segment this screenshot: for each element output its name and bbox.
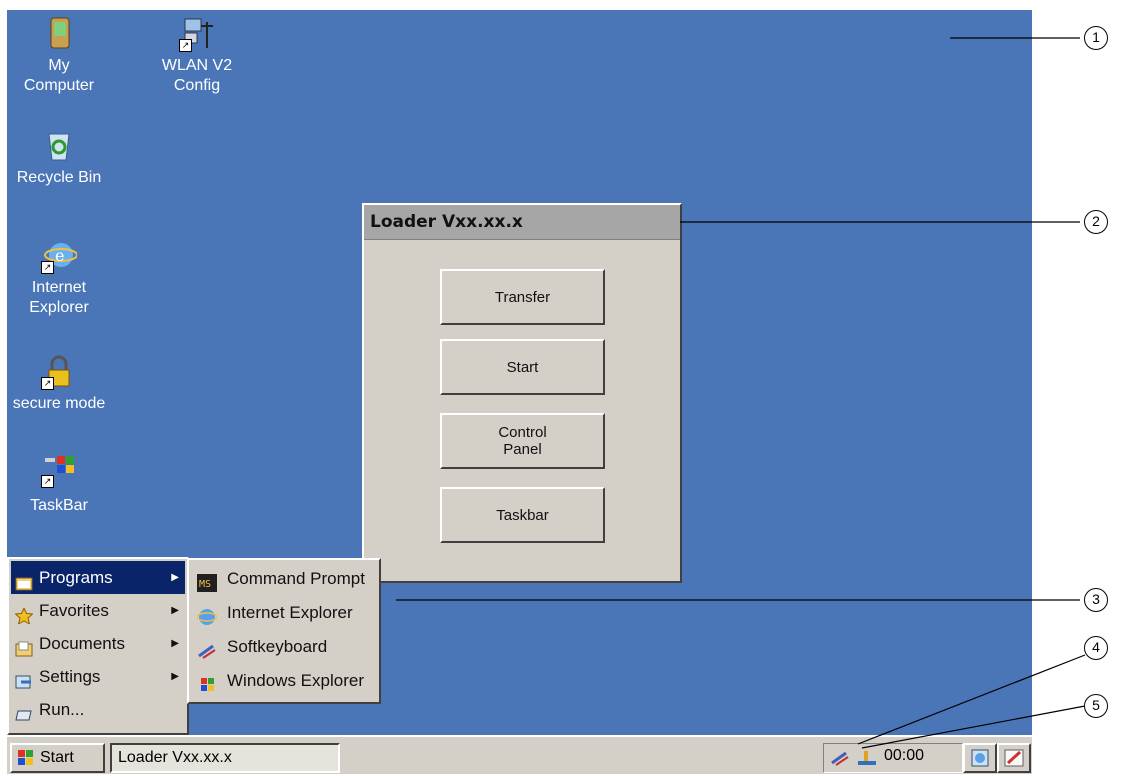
submenu-arrow-icon: ▶ xyxy=(171,572,179,583)
start-menu-item-documents[interactable]: Documents ▶ xyxy=(11,627,185,660)
control-panel-button[interactable]: Control Panel xyxy=(440,413,605,469)
internet-explorer-icon: e ↗ xyxy=(41,238,78,274)
desktop-icon-secure-mode[interactable]: ↗ secure mode xyxy=(7,354,124,414)
desktop-icon-recycle-bin[interactable]: Recycle Bin xyxy=(7,128,114,188)
callout-3: 3 xyxy=(1084,588,1108,612)
command-prompt-icon: MS xyxy=(197,570,217,592)
transfer-button[interactable]: Transfer xyxy=(440,269,605,325)
submenu-label: Windows Explorer xyxy=(227,671,364,690)
recycle-bin-icon xyxy=(41,128,77,164)
desktop-icon-label: Computer xyxy=(23,77,95,94)
pda-icon xyxy=(41,16,77,52)
start-menu-label: Settings xyxy=(39,667,101,686)
start-button-taskbar[interactable]: Start xyxy=(10,743,105,773)
documents-folder-icon xyxy=(15,635,33,657)
submenu-item-windows-explorer[interactable]: Windows Explorer xyxy=(191,664,377,698)
shortcut-arrow-icon: ↗ xyxy=(179,39,192,52)
keyboard-icon xyxy=(197,638,217,659)
shortcut-arrow-icon: ↗ xyxy=(41,377,54,390)
svg-text:e: e xyxy=(55,246,64,265)
start-button[interactable]: Start xyxy=(440,339,605,395)
desktop-icon-wlan-config[interactable]: ↗ WLAN V2 Config xyxy=(142,16,252,96)
taskbar: Start Loader Vxx.xx.x 00:00 xyxy=(7,735,1032,774)
start-menu-item-programs[interactable]: Programs ▶ xyxy=(11,561,185,594)
start-menu-label: Run... xyxy=(39,700,85,719)
settings-icon xyxy=(15,668,33,689)
desktop-icon-label: Internet xyxy=(31,279,87,296)
submenu-item-internet-explorer[interactable]: Internet Explorer xyxy=(191,596,377,630)
submenu-label: Internet Explorer xyxy=(227,603,353,622)
desktop-icon-label: WLAN V2 xyxy=(161,57,233,74)
shortcut-arrow-icon: ↗ xyxy=(41,261,54,274)
desktop-icon-internet-explorer[interactable]: e ↗ Internet Explorer xyxy=(7,238,114,318)
windows-flag-icon xyxy=(15,749,35,776)
submenu-arrow-icon: ▶ xyxy=(171,605,179,616)
desktop-icon xyxy=(971,749,989,772)
network-tray-icon[interactable] xyxy=(856,749,878,772)
callout-1: 1 xyxy=(1084,26,1108,50)
submenu-item-command-prompt[interactable]: MS Command Prompt xyxy=(191,562,377,596)
submenu-arrow-icon: ▶ xyxy=(171,638,179,649)
desktop-icon-label: TaskBar xyxy=(30,497,88,514)
submenu-arrow-icon: ▶ xyxy=(171,671,179,682)
loader-title: Loader Vxx.xx.x xyxy=(364,205,680,240)
input-panel-button[interactable] xyxy=(997,743,1031,773)
svg-text:MS: MS xyxy=(199,579,211,590)
pen-icon xyxy=(1004,749,1024,772)
lock-icon: ↗ xyxy=(41,354,77,390)
submenu-label: Softkeyboard xyxy=(227,637,328,656)
desktop-icon-my-computer[interactable]: My Computer xyxy=(7,16,114,96)
start-label: Start xyxy=(40,749,74,766)
run-icon xyxy=(15,701,33,721)
taskbar-task-loader[interactable]: Loader Vxx.xx.x xyxy=(110,743,340,773)
start-menu-label: Programs xyxy=(39,568,113,587)
loader-window: Loader Vxx.xx.x Transfer Start Control P… xyxy=(362,203,682,583)
internet-explorer-icon xyxy=(196,604,218,625)
submenu-label: Command Prompt xyxy=(227,569,365,588)
start-menu-label: Favorites xyxy=(39,601,109,620)
windows-explorer-icon xyxy=(197,672,217,691)
keyboard-icon[interactable] xyxy=(830,749,850,772)
programs-folder-icon xyxy=(15,569,33,591)
system-tray: 00:00 xyxy=(823,743,963,773)
network-icon: ↗ xyxy=(179,16,215,52)
desktop-toggle-button[interactable] xyxy=(963,743,997,773)
callout-5: 5 xyxy=(1084,694,1108,718)
desktop-icon-taskbar[interactable]: ↗ TaskBar xyxy=(7,452,114,516)
callout-4: 4 xyxy=(1084,636,1108,660)
star-icon xyxy=(14,602,34,626)
start-menu-item-favorites[interactable]: Favorites ▶ xyxy=(11,594,185,627)
callout-2: 2 xyxy=(1084,210,1108,234)
taskbar-button[interactable]: Taskbar xyxy=(440,487,605,543)
desktop-icon-label: My xyxy=(48,57,70,74)
start-menu-label: Documents xyxy=(39,634,125,653)
desktop-icon-label: Config xyxy=(173,77,221,94)
desktop-icon-label: secure mode xyxy=(12,395,106,412)
programs-submenu: MS Command Prompt Internet Explorer Soft… xyxy=(187,558,381,704)
desktop-icon-label: Recycle Bin xyxy=(16,169,102,186)
submenu-item-softkeyboard[interactable]: Softkeyboard xyxy=(191,630,377,664)
start-menu: Programs ▶ Favorites ▶ Documents ▶ Setti… xyxy=(7,557,189,735)
start-menu-item-settings[interactable]: Settings ▶ xyxy=(11,660,185,693)
start-menu-item-run[interactable]: Run... xyxy=(11,693,185,726)
desktop-icon-label: Explorer xyxy=(29,299,89,316)
shortcut-arrow-icon: ↗ xyxy=(41,475,54,488)
clock: 00:00 xyxy=(884,747,925,764)
windows-flag-icon: ↗ xyxy=(41,452,77,488)
